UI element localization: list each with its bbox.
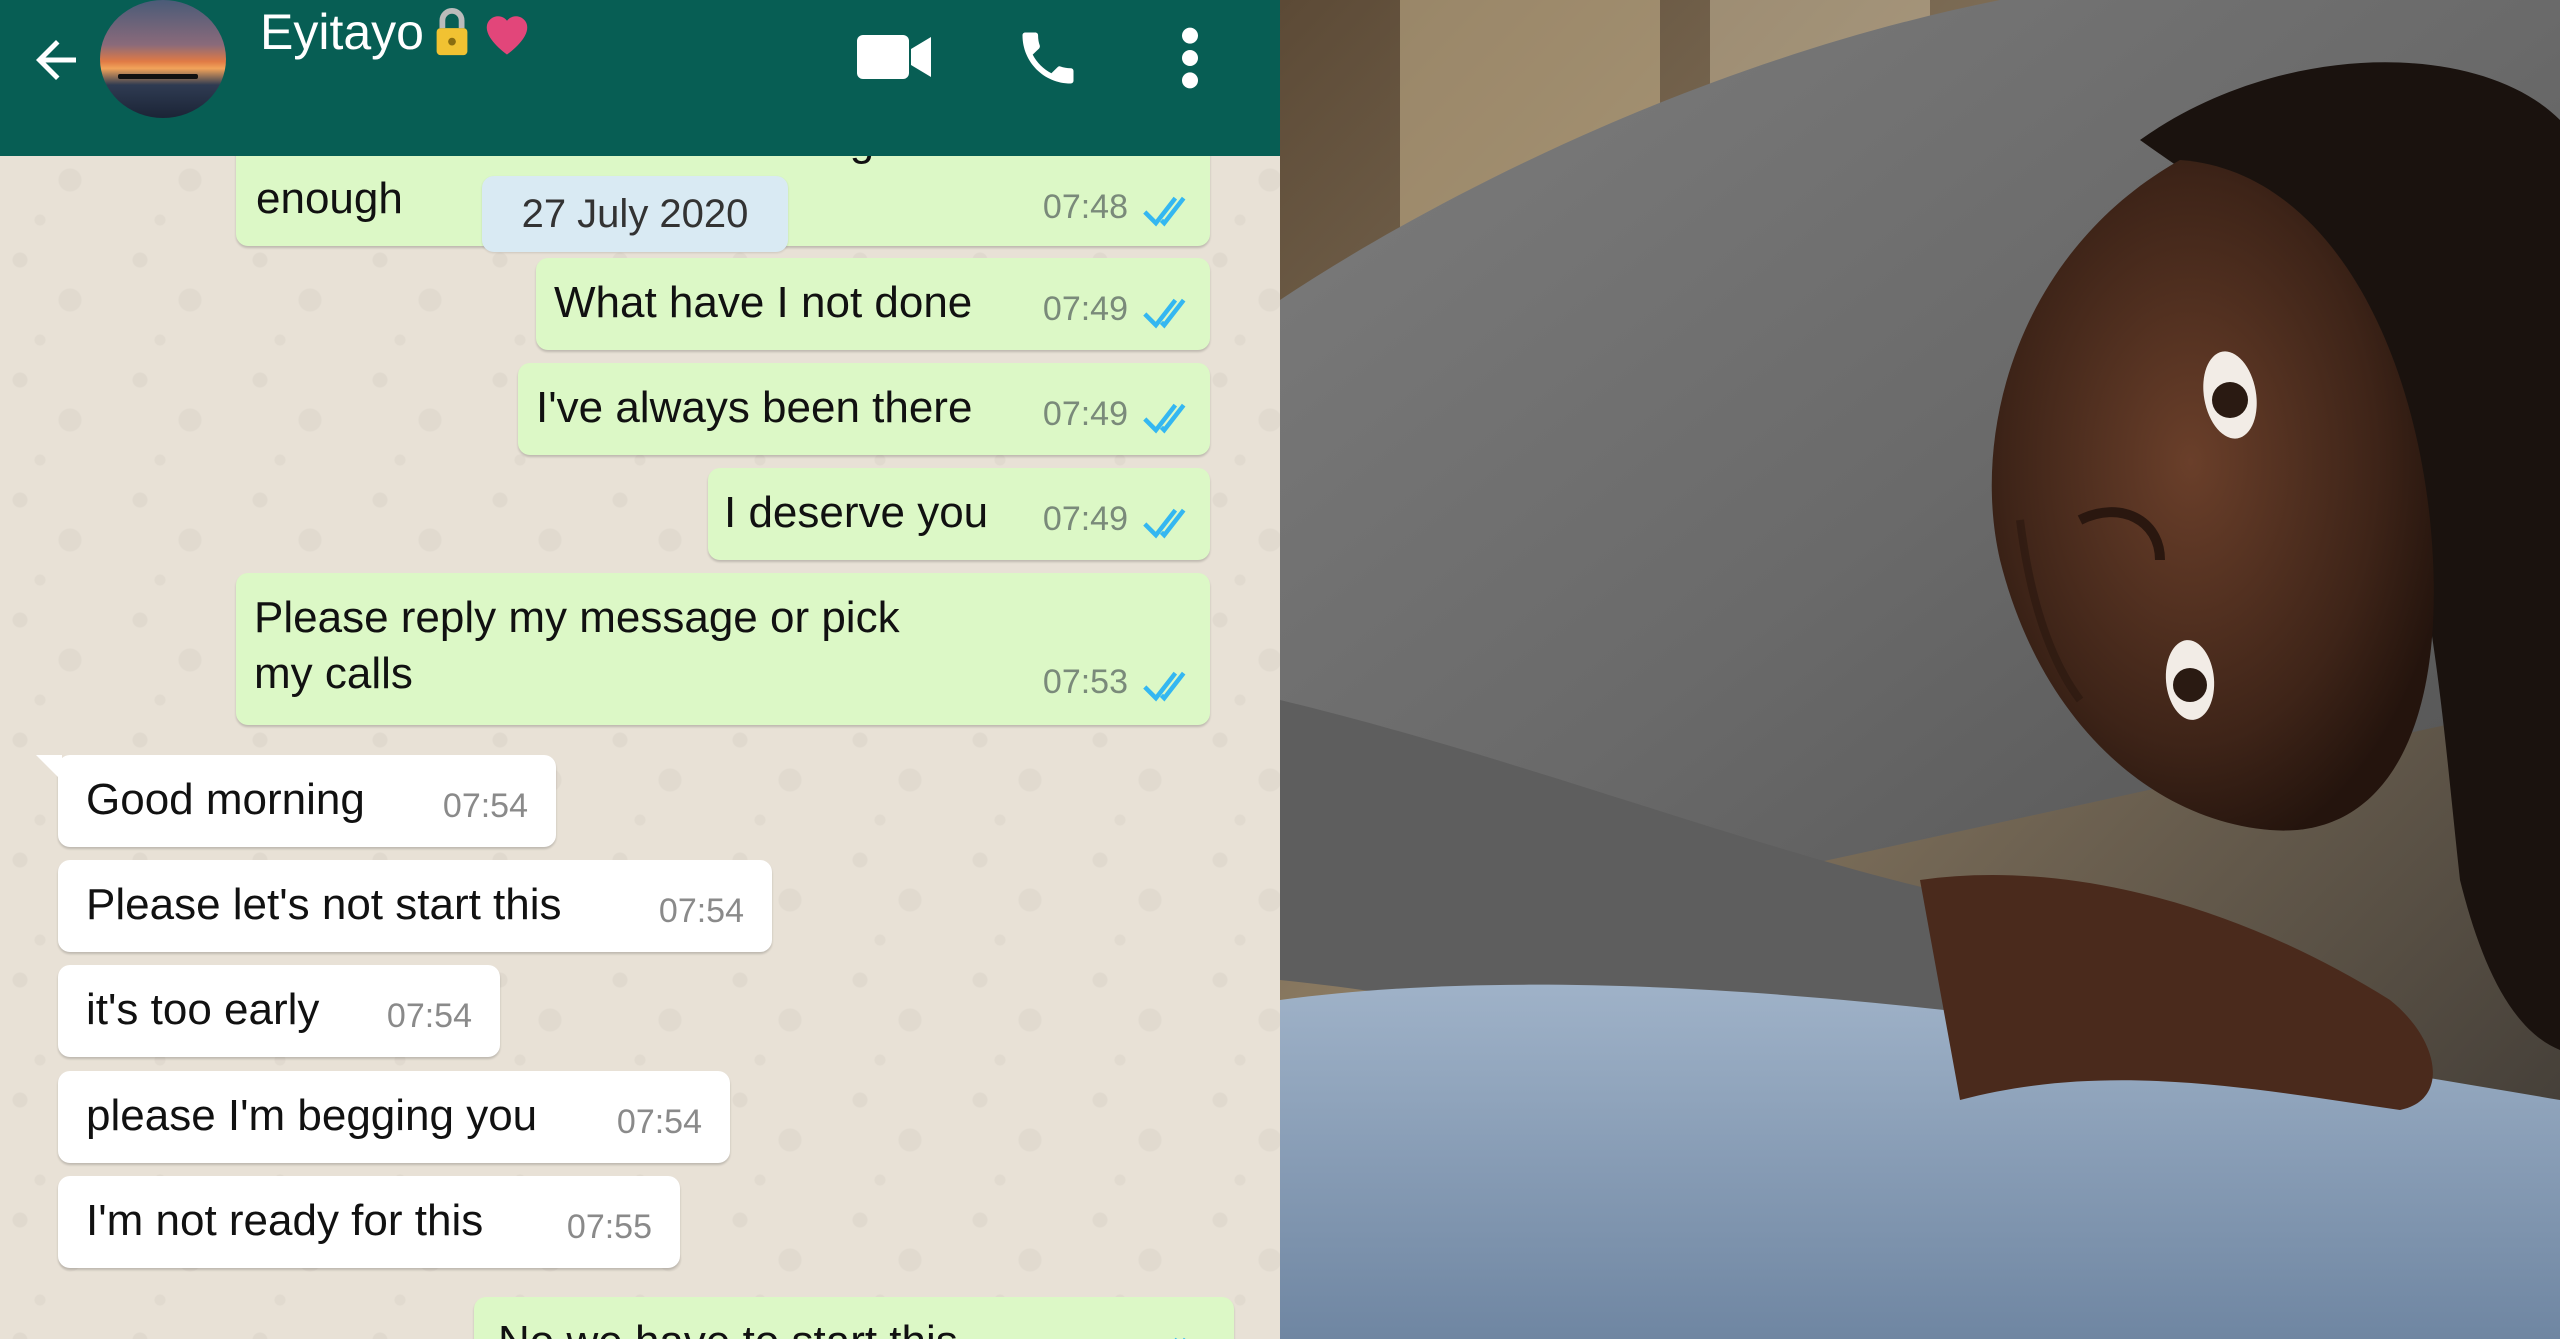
message-text: No we have to start this — [498, 1313, 958, 1339]
message-outgoing[interactable]: I've always been there 07:49 — [518, 363, 1210, 455]
message-time: 07:49 — [1042, 500, 1128, 538]
phone-icon[interactable] — [1010, 20, 1086, 96]
message-time: 07:54 — [658, 892, 744, 930]
contact-name-row[interactable]: Eyitayo — [260, 2, 534, 62]
lock-icon — [436, 7, 468, 56]
message-text-line2: my calls — [254, 649, 413, 698]
chat-header: Eyitayo — [0, 0, 1280, 156]
read-ticks-icon — [1143, 298, 1186, 329]
message-text: Good morning — [86, 775, 365, 824]
message-time: 07:54 — [386, 997, 472, 1035]
contact-name: Eyitayo — [260, 4, 424, 60]
message-time: 07:48 — [1042, 188, 1128, 226]
message-text: I deserve you — [724, 488, 989, 537]
read-ticks-icon — [1143, 671, 1186, 702]
back-arrow-icon[interactable] — [18, 22, 94, 98]
message-text: please I'm begging you — [86, 1091, 538, 1140]
message-time: 07:53 — [1042, 663, 1128, 701]
photo-illustration — [1280, 0, 2560, 1339]
message-text: Please reply my message or pick — [254, 593, 900, 642]
chat-screenshot: Eyitayo You make feel like I'm not doing… — [0, 0, 1280, 1339]
message-text-line2: enough — [256, 174, 403, 223]
message-text: Please let's not start this — [86, 880, 562, 929]
message-outgoing[interactable]: What have I not done 07:49 — [536, 258, 1210, 350]
message-incoming[interactable]: Good morning 07:54 — [36, 755, 556, 847]
message-time: 07:49 — [1042, 290, 1128, 328]
message-incoming[interactable]: I'm not ready for this 07:55 — [58, 1176, 680, 1268]
message-time: 07:49 — [1042, 395, 1128, 433]
message-outgoing[interactable]: I deserve you 07:49 — [708, 468, 1210, 560]
message-incoming[interactable]: Please let's not start this 07:54 — [58, 860, 772, 952]
message-time: 07:54 — [442, 787, 528, 825]
read-ticks-icon — [1174, 1337, 1186, 1339]
message-text: I'm not ready for this — [86, 1196, 484, 1245]
message-incoming[interactable]: please I'm begging you 07:54 — [58, 1071, 730, 1163]
message-text: it's too early — [86, 985, 320, 1034]
avatar[interactable] — [100, 0, 226, 118]
message-time: 07:55 — [566, 1208, 652, 1246]
message-outgoing[interactable]: Please reply my message or pick my calls… — [236, 573, 1210, 725]
message-time: 07:54 — [616, 1103, 702, 1141]
read-ticks-icon — [1143, 403, 1186, 434]
photo-woman-resting-head — [1280, 0, 2560, 1339]
message-incoming[interactable]: it's too early 07:54 — [58, 965, 500, 1057]
message-text: I've always been there — [536, 383, 973, 432]
video-call-icon[interactable] — [855, 22, 935, 92]
more-icon[interactable] — [1170, 20, 1210, 96]
heart-icon — [486, 16, 528, 55]
read-ticks-icon — [1143, 508, 1186, 539]
read-ticks-icon — [1143, 196, 1186, 227]
message-outgoing[interactable]: No we have to start this — [474, 1297, 1234, 1339]
date-chip: 27 July 2020 — [482, 176, 788, 252]
message-text: What have I not done — [554, 278, 973, 327]
